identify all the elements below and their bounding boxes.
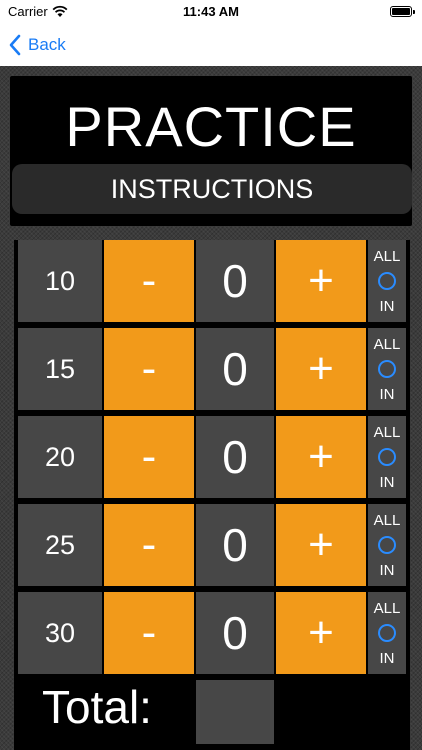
all-in-toggle[interactable]: ALL IN xyxy=(368,592,406,674)
score-grid: 10 - 0 + ALL IN 15 - 0 + ALL IN 20 - 0 +… xyxy=(14,240,410,750)
radio-circle-icon xyxy=(378,272,396,290)
score-value: 15 xyxy=(18,328,102,410)
all-in-toggle[interactable]: ALL IN xyxy=(368,416,406,498)
page-title: PRACTICE xyxy=(65,95,357,158)
score-value: 25 xyxy=(18,504,102,586)
count-value: 0 xyxy=(196,328,274,410)
decrement-button[interactable]: - xyxy=(104,416,194,498)
instructions-button[interactable]: INSTRUCTIONS xyxy=(12,164,412,214)
all-in-toggle[interactable]: ALL IN xyxy=(368,504,406,586)
count-value: 0 xyxy=(196,592,274,674)
radio-circle-icon xyxy=(378,360,396,378)
increment-button[interactable]: + xyxy=(276,504,366,586)
total-label: Total: xyxy=(42,681,152,733)
decrement-button[interactable]: - xyxy=(104,504,194,586)
status-bar: Carrier 11:43 AM xyxy=(0,0,422,24)
score-row-10: 10 - 0 + ALL IN xyxy=(18,240,406,322)
all-in-label-in: IN xyxy=(379,386,395,403)
decrement-button[interactable]: - xyxy=(104,592,194,674)
score-row-25: 25 - 0 + ALL IN xyxy=(18,504,406,586)
all-in-label-in: IN xyxy=(379,650,395,667)
score-value: 30 xyxy=(18,592,102,674)
battery-icon xyxy=(390,6,415,17)
all-in-toggle[interactable]: ALL IN xyxy=(368,328,406,410)
count-value: 0 xyxy=(196,416,274,498)
score-value: 20 xyxy=(18,416,102,498)
count-value: 0 xyxy=(196,240,274,322)
score-row-15: 15 - 0 + ALL IN xyxy=(18,328,406,410)
radio-circle-icon xyxy=(378,536,396,554)
increment-button[interactable]: + xyxy=(276,592,366,674)
all-in-toggle[interactable]: ALL IN xyxy=(368,240,406,322)
increment-button[interactable]: + xyxy=(276,328,366,410)
navigation-bar: Back xyxy=(0,24,422,66)
all-in-label-all: ALL xyxy=(373,336,401,353)
score-value: 10 xyxy=(18,240,102,322)
all-in-label-all: ALL xyxy=(373,512,401,529)
all-in-label-in: IN xyxy=(379,562,395,579)
main-area: PRACTICE INSTRUCTIONS 10 - 0 + ALL IN 15… xyxy=(0,66,422,750)
chevron-left-icon xyxy=(9,34,21,56)
score-row-30: 30 - 0 + ALL IN xyxy=(18,592,406,674)
increment-button[interactable]: + xyxy=(276,416,366,498)
all-in-label-all: ALL xyxy=(373,600,401,617)
increment-button[interactable]: + xyxy=(276,240,366,322)
status-time: 11:43 AM xyxy=(183,4,239,19)
decrement-button[interactable]: - xyxy=(104,328,194,410)
radio-circle-icon xyxy=(378,448,396,466)
all-in-label-in: IN xyxy=(379,474,395,491)
back-button[interactable]: Back xyxy=(8,30,66,60)
all-in-label-all: ALL xyxy=(373,248,401,265)
back-label: Back xyxy=(28,35,66,54)
radio-circle-icon xyxy=(378,624,396,642)
total-value-box xyxy=(196,680,274,744)
count-value: 0 xyxy=(196,504,274,586)
score-row-20: 20 - 0 + ALL IN xyxy=(18,416,406,498)
decrement-button[interactable]: - xyxy=(104,240,194,322)
all-in-label-all: ALL xyxy=(373,424,401,441)
all-in-label-in: IN xyxy=(379,298,395,315)
